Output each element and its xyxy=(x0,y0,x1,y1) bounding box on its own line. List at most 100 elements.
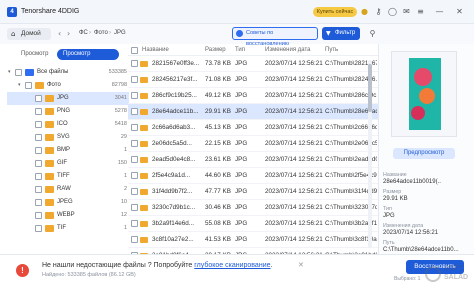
tree-checkbox[interactable] xyxy=(35,199,42,206)
breadcrumb-drive[interactable]: ФС xyxy=(79,30,88,36)
scroll-thumb[interactable] xyxy=(368,64,372,112)
folder-icon xyxy=(45,186,54,193)
row-checkbox[interactable] xyxy=(131,220,138,227)
file-list-scrollbar[interactable] xyxy=(368,60,372,248)
tree-item-label: ICO xyxy=(57,121,68,127)
tree-item-все файлы[interactable]: ▾ Все файлы 533385 xyxy=(7,66,129,79)
buy-now-button[interactable]: Купить сейчас xyxy=(313,7,357,17)
tree-item-ico[interactable]: ICO 5418 xyxy=(7,118,129,131)
cell-modified: 2023/07/14 12:56:21 xyxy=(265,172,323,179)
row-checkbox[interactable] xyxy=(131,124,138,131)
filter-button[interactable]: ▼ Фильтр xyxy=(322,27,360,40)
row-checkbox[interactable] xyxy=(131,236,138,243)
tree-checkbox[interactable] xyxy=(35,173,42,180)
row-checkbox[interactable] xyxy=(131,60,138,67)
table-row[interactable]: 31f4dd9b7f2... 47.77 KB JPG 2023/07/14 12:5… xyxy=(128,184,378,200)
column-path[interactable]: Путь xyxy=(325,44,338,56)
menu-icon[interactable]: ≡ xyxy=(415,6,426,17)
table-row[interactable]: 3b2a9f14e6d... 55.08 KB JPG 2023/07/14 12:5… xyxy=(128,216,378,232)
info-type-label: Тип xyxy=(383,206,392,212)
preview-button[interactable]: Предпросмотр xyxy=(393,148,455,159)
tree-item-tiff[interactable]: TIFF 1 xyxy=(7,170,129,183)
back-arrow-icon[interactable]: ‹ xyxy=(58,28,61,40)
table-row[interactable]: 2ead5d0e4c8... 23.61 KB JPG 2023/07/14 12:5… xyxy=(128,152,378,168)
search-icon[interactable]: ⚲ xyxy=(366,27,379,40)
tree-checkbox[interactable] xyxy=(25,82,32,89)
cell-type: JPG xyxy=(235,108,248,115)
column-name[interactable]: Название xyxy=(142,44,169,56)
row-checkbox[interactable] xyxy=(131,172,138,179)
row-checkbox[interactable] xyxy=(131,204,138,211)
table-row[interactable]: 2821567e0ff3e... 73.78 KB JPG 2023/07/14 12… xyxy=(128,56,378,72)
row-checkbox[interactable] xyxy=(131,92,138,99)
image-file-icon xyxy=(140,61,148,67)
deep-scan-link[interactable]: глубокое сканирование xyxy=(194,262,270,269)
tree-item-svg[interactable]: SVG 29 xyxy=(7,131,129,144)
column-size[interactable]: Размер xyxy=(205,44,226,56)
key-icon[interactable]: ⚷ xyxy=(373,6,384,17)
tree-checkbox[interactable] xyxy=(35,147,42,154)
table-row[interactable]: 28e64adce11b... 29.91 KB JPG 2023/07/14 12:… xyxy=(128,104,378,120)
tree-item-gif[interactable]: GIF 150 xyxy=(7,157,129,170)
table-row[interactable]: 3c8f10a27e2... 41.53 KB JPG 2023/07/14 12:5… xyxy=(128,232,378,248)
expand-arrow-icon[interactable]: ▾ xyxy=(8,66,11,79)
folder-icon xyxy=(45,95,54,102)
select-all-checkbox[interactable] xyxy=(131,47,138,54)
tree-item-tif[interactable]: TIF 1 xyxy=(7,222,129,235)
cell-name: 2e06dc5a5d... xyxy=(152,140,192,147)
breadcrumb-jpg[interactable]: JPG xyxy=(114,30,126,36)
expand-arrow-icon[interactable]: ▾ xyxy=(18,79,21,92)
cell-name: 2f5e4c9a1d... xyxy=(152,172,191,179)
tree-checkbox[interactable] xyxy=(35,160,42,167)
row-checkbox[interactable] xyxy=(131,156,138,163)
info-path-label: Путь xyxy=(383,240,395,246)
tree-item-label: TIF xyxy=(57,225,66,231)
tree-checkbox[interactable] xyxy=(35,134,42,141)
minimize-icon[interactable]: — xyxy=(434,6,445,17)
tree-checkbox[interactable] xyxy=(35,186,42,193)
tree-item-webp[interactable]: WEBP 12 xyxy=(7,209,129,222)
mail-icon[interactable]: ✉ xyxy=(401,6,412,17)
info-modified-label: Изменения дата xyxy=(383,223,424,229)
tree-item-raw[interactable]: RAW 2 xyxy=(7,183,129,196)
column-type[interactable]: Тип xyxy=(235,44,245,56)
table-row[interactable]: 2f5e4c9a1d... 44.60 KB JPG 2023/07/14 12:56… xyxy=(128,168,378,184)
forward-arrow-icon[interactable]: › xyxy=(67,28,70,40)
breadcrumb-photo[interactable]: Фото xyxy=(94,30,108,36)
tree-checkbox[interactable] xyxy=(35,108,42,115)
tab-file-view[interactable]: Просмотр файлов xyxy=(57,49,119,68)
home-button[interactable]: ⌂ Домой xyxy=(7,28,51,40)
row-checkbox[interactable] xyxy=(131,140,138,147)
column-modified[interactable]: Изменения дата xyxy=(265,44,310,56)
table-row[interactable]: 2c66a6d6ab3... 45.13 KB JPG 2023/07/14 12:5… xyxy=(128,120,378,136)
tree-checkbox[interactable] xyxy=(35,212,42,219)
tree-item-count: 2 xyxy=(123,186,127,192)
app-title: Tenorshare 4DDIG xyxy=(21,8,80,15)
tree-item-label: BMP xyxy=(57,147,71,153)
tree-checkbox[interactable] xyxy=(35,121,42,128)
message-suffix: . xyxy=(270,262,273,269)
row-checkbox[interactable] xyxy=(131,188,138,195)
close-message-icon[interactable]: ✕ xyxy=(298,261,304,269)
recovery-tips-button[interactable]: Советы по восстановлению xyxy=(232,27,318,47)
row-checkbox[interactable] xyxy=(131,108,138,115)
cell-type: JPG xyxy=(235,204,248,211)
table-row[interactable]: 286cf9c19b25... 49.12 KB JPG 2023/07/14 12:… xyxy=(128,88,378,104)
tab-preview[interactable]: Просмотр xyxy=(15,49,54,60)
cart-icon[interactable]: ● xyxy=(359,6,370,17)
tree-item-bmp[interactable]: BMP 1 xyxy=(7,144,129,157)
tree-item-jpg[interactable]: JPG 3041 xyxy=(7,92,129,105)
tree-item-jpeg[interactable]: JPEG 10 xyxy=(7,196,129,209)
tree-item-png[interactable]: PNG 5278 xyxy=(7,105,129,118)
close-icon[interactable]: ✕ xyxy=(454,6,465,17)
headset-icon[interactable]: ◯ xyxy=(387,6,398,17)
row-checkbox[interactable] xyxy=(131,76,138,83)
tree-checkbox[interactable] xyxy=(35,225,42,232)
table-row[interactable]: 3230c7d9b1c... 30.46 KB JPG 2023/07/14 12:5… xyxy=(128,200,378,216)
tree-checkbox[interactable] xyxy=(35,95,42,102)
bottom-bar: ! Не нашли недостающие файлы ? Попробуйт… xyxy=(0,254,474,292)
table-row[interactable]: 2e06dc5a5d... 22.15 KB JPG 2023/07/14 12:56… xyxy=(128,136,378,152)
tree-item-фото[interactable]: ▾ Фото 82798 xyxy=(7,79,129,92)
tree-checkbox[interactable] xyxy=(15,69,22,76)
table-row[interactable]: 282456217e3f... 71.08 KB JPG 2023/07/14 12:… xyxy=(128,72,378,88)
